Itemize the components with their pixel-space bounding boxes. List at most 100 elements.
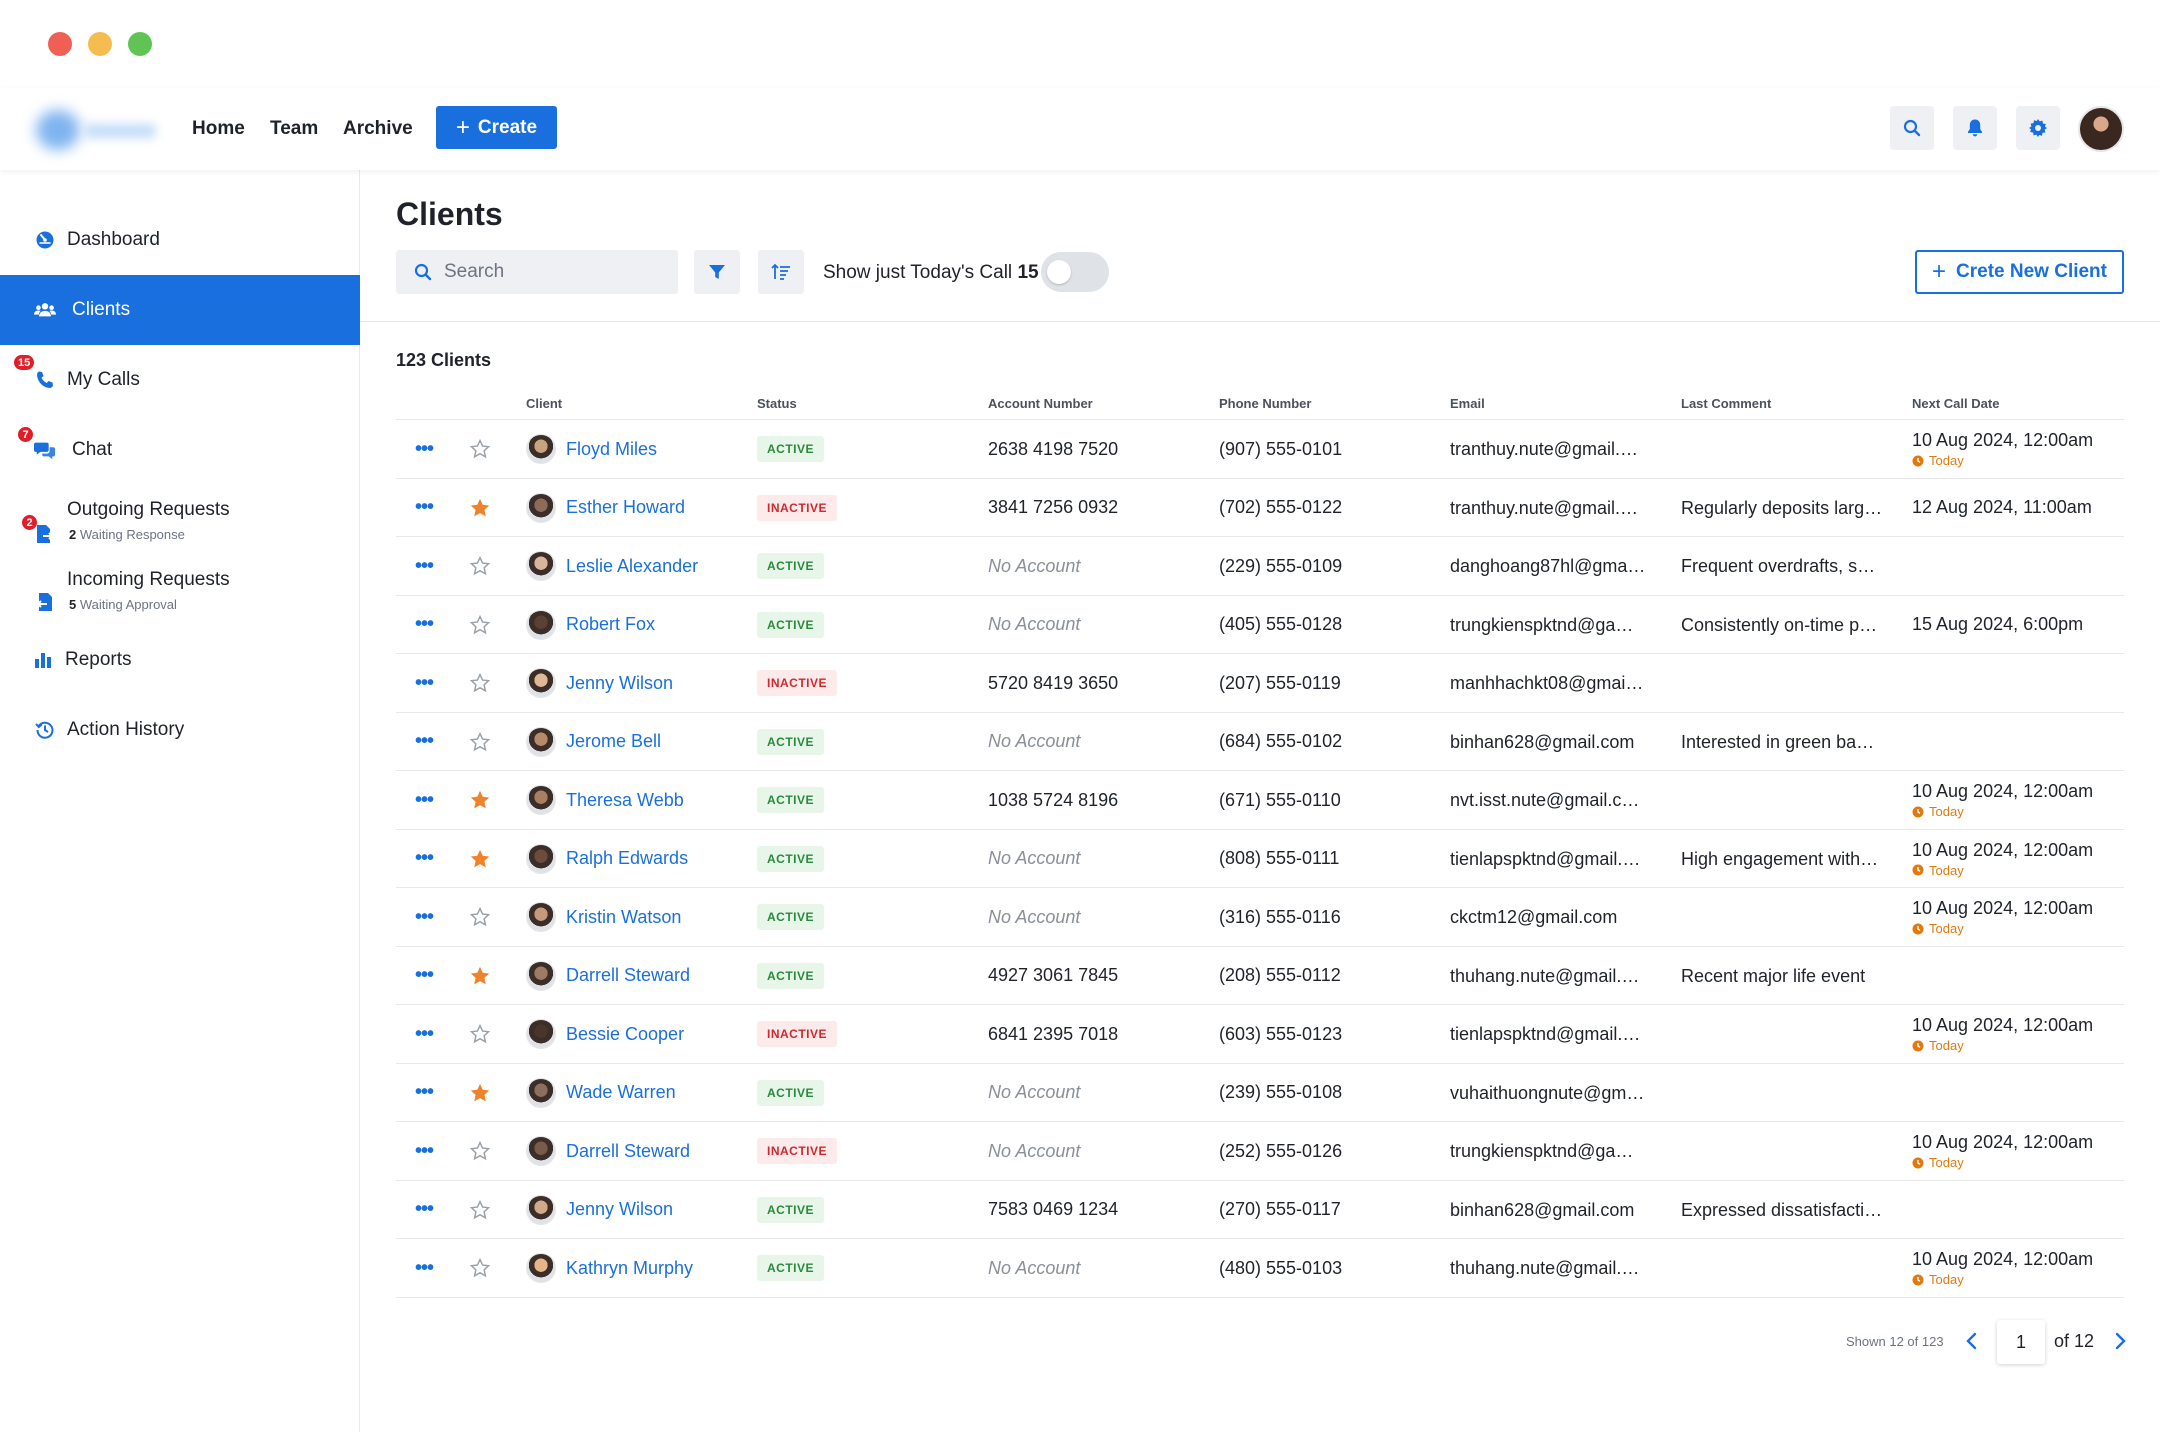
row-actions-button[interactable]: •••: [414, 1064, 434, 1122]
window-close-button[interactable]: [48, 32, 72, 56]
next-page-button[interactable]: [2110, 1327, 2130, 1355]
row-actions-button[interactable]: •••: [414, 596, 434, 654]
previous-page-button[interactable]: [1962, 1327, 1982, 1355]
client-name-link[interactable]: Jenny Wilson: [566, 673, 673, 694]
client-name-link[interactable]: Esther Howard: [566, 497, 685, 518]
star-filled-icon[interactable]: [468, 830, 492, 888]
current-page-input[interactable]: 1: [1997, 1320, 2045, 1364]
client-name-link[interactable]: Kristin Watson: [566, 907, 681, 928]
search-input[interactable]: [444, 261, 664, 283]
client-name-link[interactable]: Bessie Cooper: [566, 1024, 684, 1045]
client-avatar: [526, 492, 556, 523]
star-outline-icon[interactable]: [468, 1239, 492, 1297]
column-header-status[interactable]: Status: [757, 396, 797, 411]
settings-button[interactable]: [2016, 106, 2060, 150]
sort-button[interactable]: [758, 250, 804, 294]
row-actions-button[interactable]: •••: [414, 420, 434, 478]
client-name-link[interactable]: Theresa Webb: [566, 790, 684, 811]
create-button[interactable]: + Create: [436, 106, 557, 149]
nav-archive-link[interactable]: Archive: [343, 118, 413, 140]
today-call-toggle[interactable]: [1041, 252, 1109, 292]
column-header-last-comment[interactable]: Last Comment: [1681, 396, 1771, 411]
sidebar-item-outgoing-requests[interactable]: 2 Outgoing Requests 2 Waiting Response: [0, 485, 360, 555]
client-name-link[interactable]: Darrell Steward: [566, 1141, 690, 1162]
star-filled-icon[interactable]: [468, 771, 492, 829]
sidebar-item-chat[interactable]: 7 Chat: [0, 415, 360, 485]
table-row[interactable]: ••• Floyd Miles ACTIVE 2638 4198 7520 (907) …: [396, 420, 2124, 479]
table-row[interactable]: ••• Jenny Wilson INACTIVE 5720 8419 3650 (20…: [396, 654, 2124, 713]
star-outline-icon[interactable]: [468, 654, 492, 712]
table-row[interactable]: ••• Jerome Bell ACTIVE No Account (684) 555-…: [396, 713, 2124, 771]
row-actions-button[interactable]: •••: [414, 1239, 434, 1297]
client-name-link[interactable]: Leslie Alexander: [566, 556, 698, 577]
table-row[interactable]: ••• Kathryn Murphy ACTIVE No Account (480) 5…: [396, 1239, 2124, 1298]
client-name-link[interactable]: Kathryn Murphy: [566, 1258, 693, 1279]
filter-button[interactable]: [694, 250, 740, 294]
star-outline-icon[interactable]: [468, 596, 492, 654]
star-filled-icon[interactable]: [468, 947, 492, 1005]
sidebar-item-my-calls[interactable]: 15 My Calls: [0, 345, 360, 415]
sidebar-item-incoming-requests[interactable]: Incoming Requests 5 Waiting Approval: [0, 555, 360, 625]
star-filled-icon[interactable]: [468, 1064, 492, 1122]
nav-home-link[interactable]: Home: [192, 118, 245, 140]
client-name-link[interactable]: Jerome Bell: [566, 731, 661, 752]
window-zoom-button[interactable]: [128, 32, 152, 56]
star-outline-icon[interactable]: [468, 420, 492, 478]
notifications-button[interactable]: [1953, 106, 1997, 150]
sidebar-item-dashboard[interactable]: Dashboard: [0, 205, 360, 275]
row-actions-button[interactable]: •••: [414, 771, 434, 829]
row-actions-button[interactable]: •••: [414, 830, 434, 888]
search-box[interactable]: [396, 250, 678, 294]
search-button[interactable]: [1890, 106, 1934, 150]
table-row[interactable]: ••• Darrell Steward ACTIVE 4927 3061 7845 (2…: [396, 947, 2124, 1005]
row-actions-button[interactable]: •••: [414, 479, 434, 537]
table-row[interactable]: ••• Kristin Watson ACTIVE No Account (316) 5…: [396, 888, 2124, 947]
next-call-date-text: 10 Aug 2024, 12:00am: [1912, 1015, 2094, 1035]
star-outline-icon[interactable]: [468, 537, 492, 595]
row-actions-button[interactable]: •••: [414, 537, 434, 595]
today-label: Today: [1929, 862, 1964, 878]
column-header-phone-number[interactable]: Phone Number: [1219, 396, 1311, 411]
row-actions-button[interactable]: •••: [414, 888, 434, 946]
client-name-link[interactable]: Robert Fox: [566, 614, 655, 635]
star-outline-icon[interactable]: [468, 1181, 492, 1239]
client-name-link[interactable]: Wade Warren: [566, 1082, 676, 1103]
client-name-link[interactable]: Floyd Miles: [566, 439, 657, 460]
column-header-next-call-date[interactable]: Next Call Date: [1912, 396, 1999, 411]
row-actions-button[interactable]: •••: [414, 654, 434, 712]
client-name-link[interactable]: Darrell Steward: [566, 965, 690, 986]
nav-team-link[interactable]: Team: [270, 118, 318, 140]
table-row[interactable]: ••• Darrell Steward INACTIVE No Account (252…: [396, 1122, 2124, 1181]
row-actions-button[interactable]: •••: [414, 1181, 434, 1239]
row-actions-button[interactable]: •••: [414, 947, 434, 1005]
column-header-account-number[interactable]: Account Number: [988, 396, 1093, 411]
table-row[interactable]: ••• Ralph Edwards ACTIVE No Account (808) 55…: [396, 830, 2124, 888]
table-row[interactable]: ••• Robert Fox ACTIVE No Account (405) 555-0…: [396, 596, 2124, 654]
star-outline-icon[interactable]: [468, 713, 492, 771]
row-actions-button[interactable]: •••: [414, 1005, 434, 1063]
table-row[interactable]: ••• Leslie Alexander ACTIVE No Account (229)…: [396, 537, 2124, 596]
table-row[interactable]: ••• Jenny Wilson ACTIVE 7583 0469 1234 (270)…: [396, 1181, 2124, 1239]
row-actions-button[interactable]: •••: [414, 1122, 434, 1180]
column-header-client[interactable]: Client: [526, 396, 562, 411]
user-avatar[interactable]: [2078, 106, 2124, 152]
client-name-link[interactable]: Jenny Wilson: [566, 1199, 673, 1220]
table-row[interactable]: ••• Esther Howard INACTIVE 3841 7256 0932 (7…: [396, 479, 2124, 537]
row-actions-button[interactable]: •••: [414, 713, 434, 771]
client-avatar: [526, 1253, 556, 1283]
create-new-client-button[interactable]: + Crete New Client: [1915, 250, 2124, 294]
star-outline-icon[interactable]: [468, 888, 492, 946]
table-row[interactable]: ••• Bessie Cooper INACTIVE 6841 2395 7018 (6…: [396, 1005, 2124, 1064]
app-logo[interactable]: [36, 104, 160, 152]
star-outline-icon[interactable]: [468, 1005, 492, 1063]
star-outline-icon[interactable]: [468, 1122, 492, 1180]
window-minimize-button[interactable]: [88, 32, 112, 56]
client-name-link[interactable]: Ralph Edwards: [566, 848, 688, 869]
sidebar-item-clients[interactable]: Clients: [0, 275, 360, 345]
sidebar-item-action-history[interactable]: Action History: [0, 695, 360, 765]
star-filled-icon[interactable]: [468, 479, 492, 537]
table-row[interactable]: ••• Theresa Webb ACTIVE 1038 5724 8196 (671)…: [396, 771, 2124, 830]
table-row[interactable]: ••• Wade Warren ACTIVE No Account (239) 555-…: [396, 1064, 2124, 1122]
column-header-email[interactable]: Email: [1450, 396, 1485, 411]
sidebar-item-reports[interactable]: Reports: [0, 625, 360, 695]
